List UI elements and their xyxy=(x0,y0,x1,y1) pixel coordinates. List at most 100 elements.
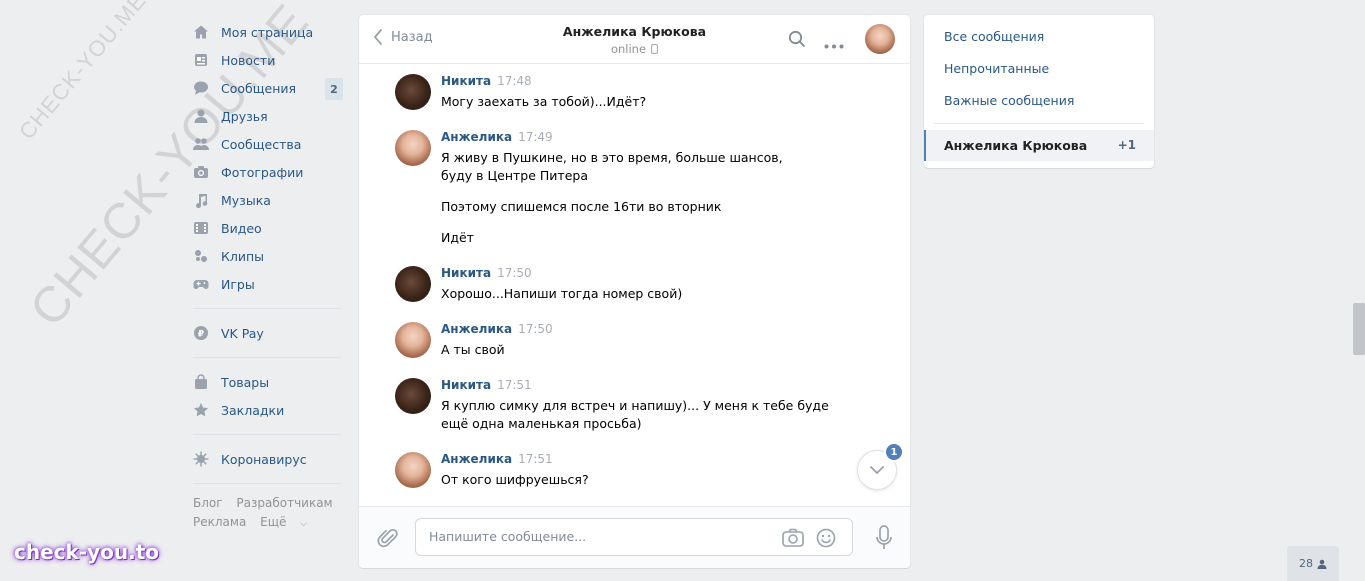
active-conversation-name: Анжелика Крюкова xyxy=(944,138,1088,153)
footer-link-blog[interactable]: Блог xyxy=(193,496,223,510)
online-friends-button[interactable]: 28 xyxy=(1287,546,1339,581)
nav-item-games[interactable]: Игры xyxy=(193,270,343,298)
nav-label: Видео xyxy=(221,220,262,236)
message: Анжелика 17:51 От кого шифруешься? xyxy=(395,452,850,489)
scroll-down-button[interactable]: 1 xyxy=(857,442,904,490)
nav-label: Клипы xyxy=(221,248,265,264)
nav-label: Игры xyxy=(221,276,255,292)
virus-icon xyxy=(193,451,209,467)
vkpay-icon: ₽ xyxy=(193,325,209,341)
nav-label: Сообщества xyxy=(221,136,302,152)
message-text: От кого шифруешься? xyxy=(441,472,589,487)
nav-item-communities[interactable]: Сообщества xyxy=(193,130,343,158)
message-author[interactable]: Никита xyxy=(441,378,491,392)
nav-item-goods[interactable]: Товары xyxy=(193,368,343,396)
avatar[interactable] xyxy=(395,74,431,110)
filter-divider xyxy=(934,123,1144,124)
nav-label: Закладки xyxy=(221,402,285,418)
nav-item-music[interactable]: Музыка xyxy=(193,186,343,214)
message-time[interactable]: 17:51 xyxy=(518,452,553,466)
composer xyxy=(359,506,910,568)
avatar[interactable] xyxy=(395,378,431,414)
messages-filter-panel: Все сообщения Непрочитанные Важные сообщ… xyxy=(924,15,1154,168)
friends-icon xyxy=(193,108,209,124)
nav-item-news[interactable]: Новости xyxy=(193,46,343,74)
footer-more-label: Ещё xyxy=(260,515,287,529)
avatar[interactable] xyxy=(395,452,431,488)
home-icon xyxy=(193,24,209,40)
message-list: Никита 17:48 Могу заехать за тобой)...Идё… xyxy=(359,65,910,506)
camera-icon[interactable] xyxy=(782,528,804,551)
chevron-down-icon xyxy=(870,466,884,474)
paperclip-icon[interactable] xyxy=(377,527,399,552)
message-time[interactable]: 17:48 xyxy=(497,74,532,88)
nav-item-messages[interactable]: Сообщения 2 xyxy=(193,74,343,102)
active-conversation[interactable]: Анжелика Крюкова +1 xyxy=(924,130,1154,161)
nav-item-clips[interactable]: Клипы xyxy=(193,242,343,270)
watermark-logo: check-you.to xyxy=(14,540,160,564)
avatar[interactable] xyxy=(395,322,431,358)
message-author[interactable]: Никита xyxy=(441,74,491,88)
gamepad-icon xyxy=(193,276,209,292)
emoji-icon[interactable] xyxy=(816,528,836,551)
message-time[interactable]: 17:50 xyxy=(497,266,532,280)
nav-label: Фотографии xyxy=(221,164,304,180)
message-time[interactable]: 17:49 xyxy=(518,130,553,144)
footer-link-ads[interactable]: Реклама xyxy=(193,515,246,529)
nav-item-vkpay[interactable]: ₽ VK Pay xyxy=(193,319,343,347)
filter-unread[interactable]: Непрочитанные xyxy=(944,61,1049,76)
nav-item-bookmarks[interactable]: Закладки xyxy=(193,396,343,424)
peer-avatar[interactable] xyxy=(865,24,895,54)
microphone-icon[interactable] xyxy=(876,525,892,554)
nav-label: Сообщения xyxy=(221,80,297,96)
more-icon[interactable] xyxy=(824,37,844,52)
filter-important[interactable]: Важные сообщения xyxy=(944,93,1074,108)
message-text: Хорошо...Напиши тогда номер свой) xyxy=(441,286,683,301)
message-text: Могу заехать за тобой)...Идёт? xyxy=(441,94,647,109)
page-scrollbar[interactable] xyxy=(1353,303,1365,355)
chat-panel: Назад Анжелика Крюкова online Никита 17:4… xyxy=(359,15,910,568)
watermark-small: CHECK-YOU.ME xyxy=(14,0,151,145)
video-icon xyxy=(193,220,209,236)
nav-label: Музыка xyxy=(221,192,271,208)
messages-icon xyxy=(193,80,209,96)
nav-divider xyxy=(193,434,341,435)
footer-link-developers[interactable]: Разработчикам xyxy=(236,496,332,510)
bag-icon xyxy=(193,374,209,390)
online-count: 28 xyxy=(1299,557,1313,570)
message-time[interactable]: 17:50 xyxy=(518,322,553,336)
message-input[interactable] xyxy=(429,529,769,544)
nav-label: Коронавирус xyxy=(221,451,307,467)
avatar[interactable] xyxy=(395,266,431,302)
peer-status-text: online xyxy=(610,42,647,56)
message-author[interactable]: Никита xyxy=(441,266,491,280)
nav-item-photos[interactable]: Фотографии xyxy=(193,158,343,186)
search-icon[interactable] xyxy=(788,30,806,51)
message-author[interactable]: Анжелика xyxy=(441,452,512,466)
message-author[interactable]: Анжелика xyxy=(441,322,512,336)
message: Никита 17:48 Могу заехать за тобой)...Идё… xyxy=(395,74,850,111)
footer-link-more[interactable]: Ещё ⌵ xyxy=(260,515,317,529)
avatar[interactable] xyxy=(395,130,431,166)
nav-divider xyxy=(193,308,341,309)
message-time[interactable]: 17:51 xyxy=(497,378,532,392)
chevron-down-icon: ⌵ xyxy=(300,519,308,529)
active-conversation-count: +1 xyxy=(1117,138,1136,152)
nav-item-my-page[interactable]: Моя страница xyxy=(193,18,343,46)
nav-divider xyxy=(193,357,341,358)
news-icon xyxy=(193,52,209,68)
filter-all-messages[interactable]: Все сообщения xyxy=(944,29,1044,44)
nav-label: Моя страница xyxy=(221,24,314,40)
nav-label: Новости xyxy=(221,52,276,68)
nav-footer: Блог Разработчикам Реклама Ещё ⌵ xyxy=(193,494,343,534)
nav-item-coronavirus[interactable]: Коронавирус xyxy=(193,445,343,473)
person-icon xyxy=(1317,559,1327,569)
message-text: Я живу в Пушкине, но в это время, больше… xyxy=(441,150,783,183)
unread-count-badge: 1 xyxy=(884,442,904,462)
message-text: Идёт xyxy=(441,230,474,245)
nav-label: VK Pay xyxy=(221,325,264,341)
message-text: Поэтому спишемся после 16ти во вторник xyxy=(441,199,722,214)
nav-item-video[interactable]: Видео xyxy=(193,214,343,242)
message-author[interactable]: Анжелика xyxy=(441,130,512,144)
nav-item-friends[interactable]: Друзья xyxy=(193,102,343,130)
